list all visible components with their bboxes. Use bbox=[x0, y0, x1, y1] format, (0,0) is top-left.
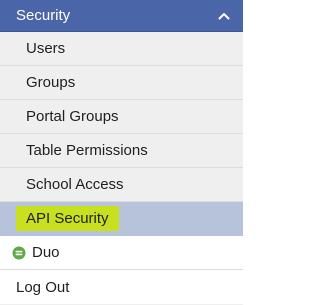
sidebar-item-log-out[interactable]: Log Out bbox=[0, 270, 243, 304]
sidebar-menu: Security Users Groups Portal Groups Tabl… bbox=[0, 0, 243, 305]
sidebar-item-portal-groups[interactable]: Portal Groups bbox=[0, 100, 243, 134]
sidebar-item-label: Table Permissions bbox=[26, 142, 148, 159]
sidebar-item-duo[interactable]: Duo bbox=[0, 236, 243, 270]
sidebar-item-label: Duo bbox=[32, 244, 60, 261]
sidebar-item-label: API Security bbox=[16, 206, 119, 231]
sidebar-item-api-security[interactable]: API Security bbox=[0, 202, 243, 236]
section-header-security[interactable]: Security bbox=[0, 0, 243, 32]
chevron-up-icon[interactable] bbox=[217, 9, 231, 23]
sidebar-item-users[interactable]: Users bbox=[0, 32, 243, 66]
sidebar-item-label: Log Out bbox=[16, 278, 70, 296]
sidebar-item-groups[interactable]: Groups bbox=[0, 66, 243, 100]
sidebar-item-label: Users bbox=[26, 40, 66, 57]
duo-logo-icon bbox=[12, 246, 26, 260]
sidebar-item-label: School Access bbox=[26, 176, 124, 193]
sidebar-item-table-permissions[interactable]: Table Permissions bbox=[0, 134, 243, 168]
sidebar-item-label: Groups bbox=[26, 74, 76, 91]
sidebar-item-school-access[interactable]: School Access bbox=[0, 168, 243, 202]
sidebar-item-label: Portal Groups bbox=[26, 108, 119, 125]
section-title: Security bbox=[16, 7, 71, 24]
